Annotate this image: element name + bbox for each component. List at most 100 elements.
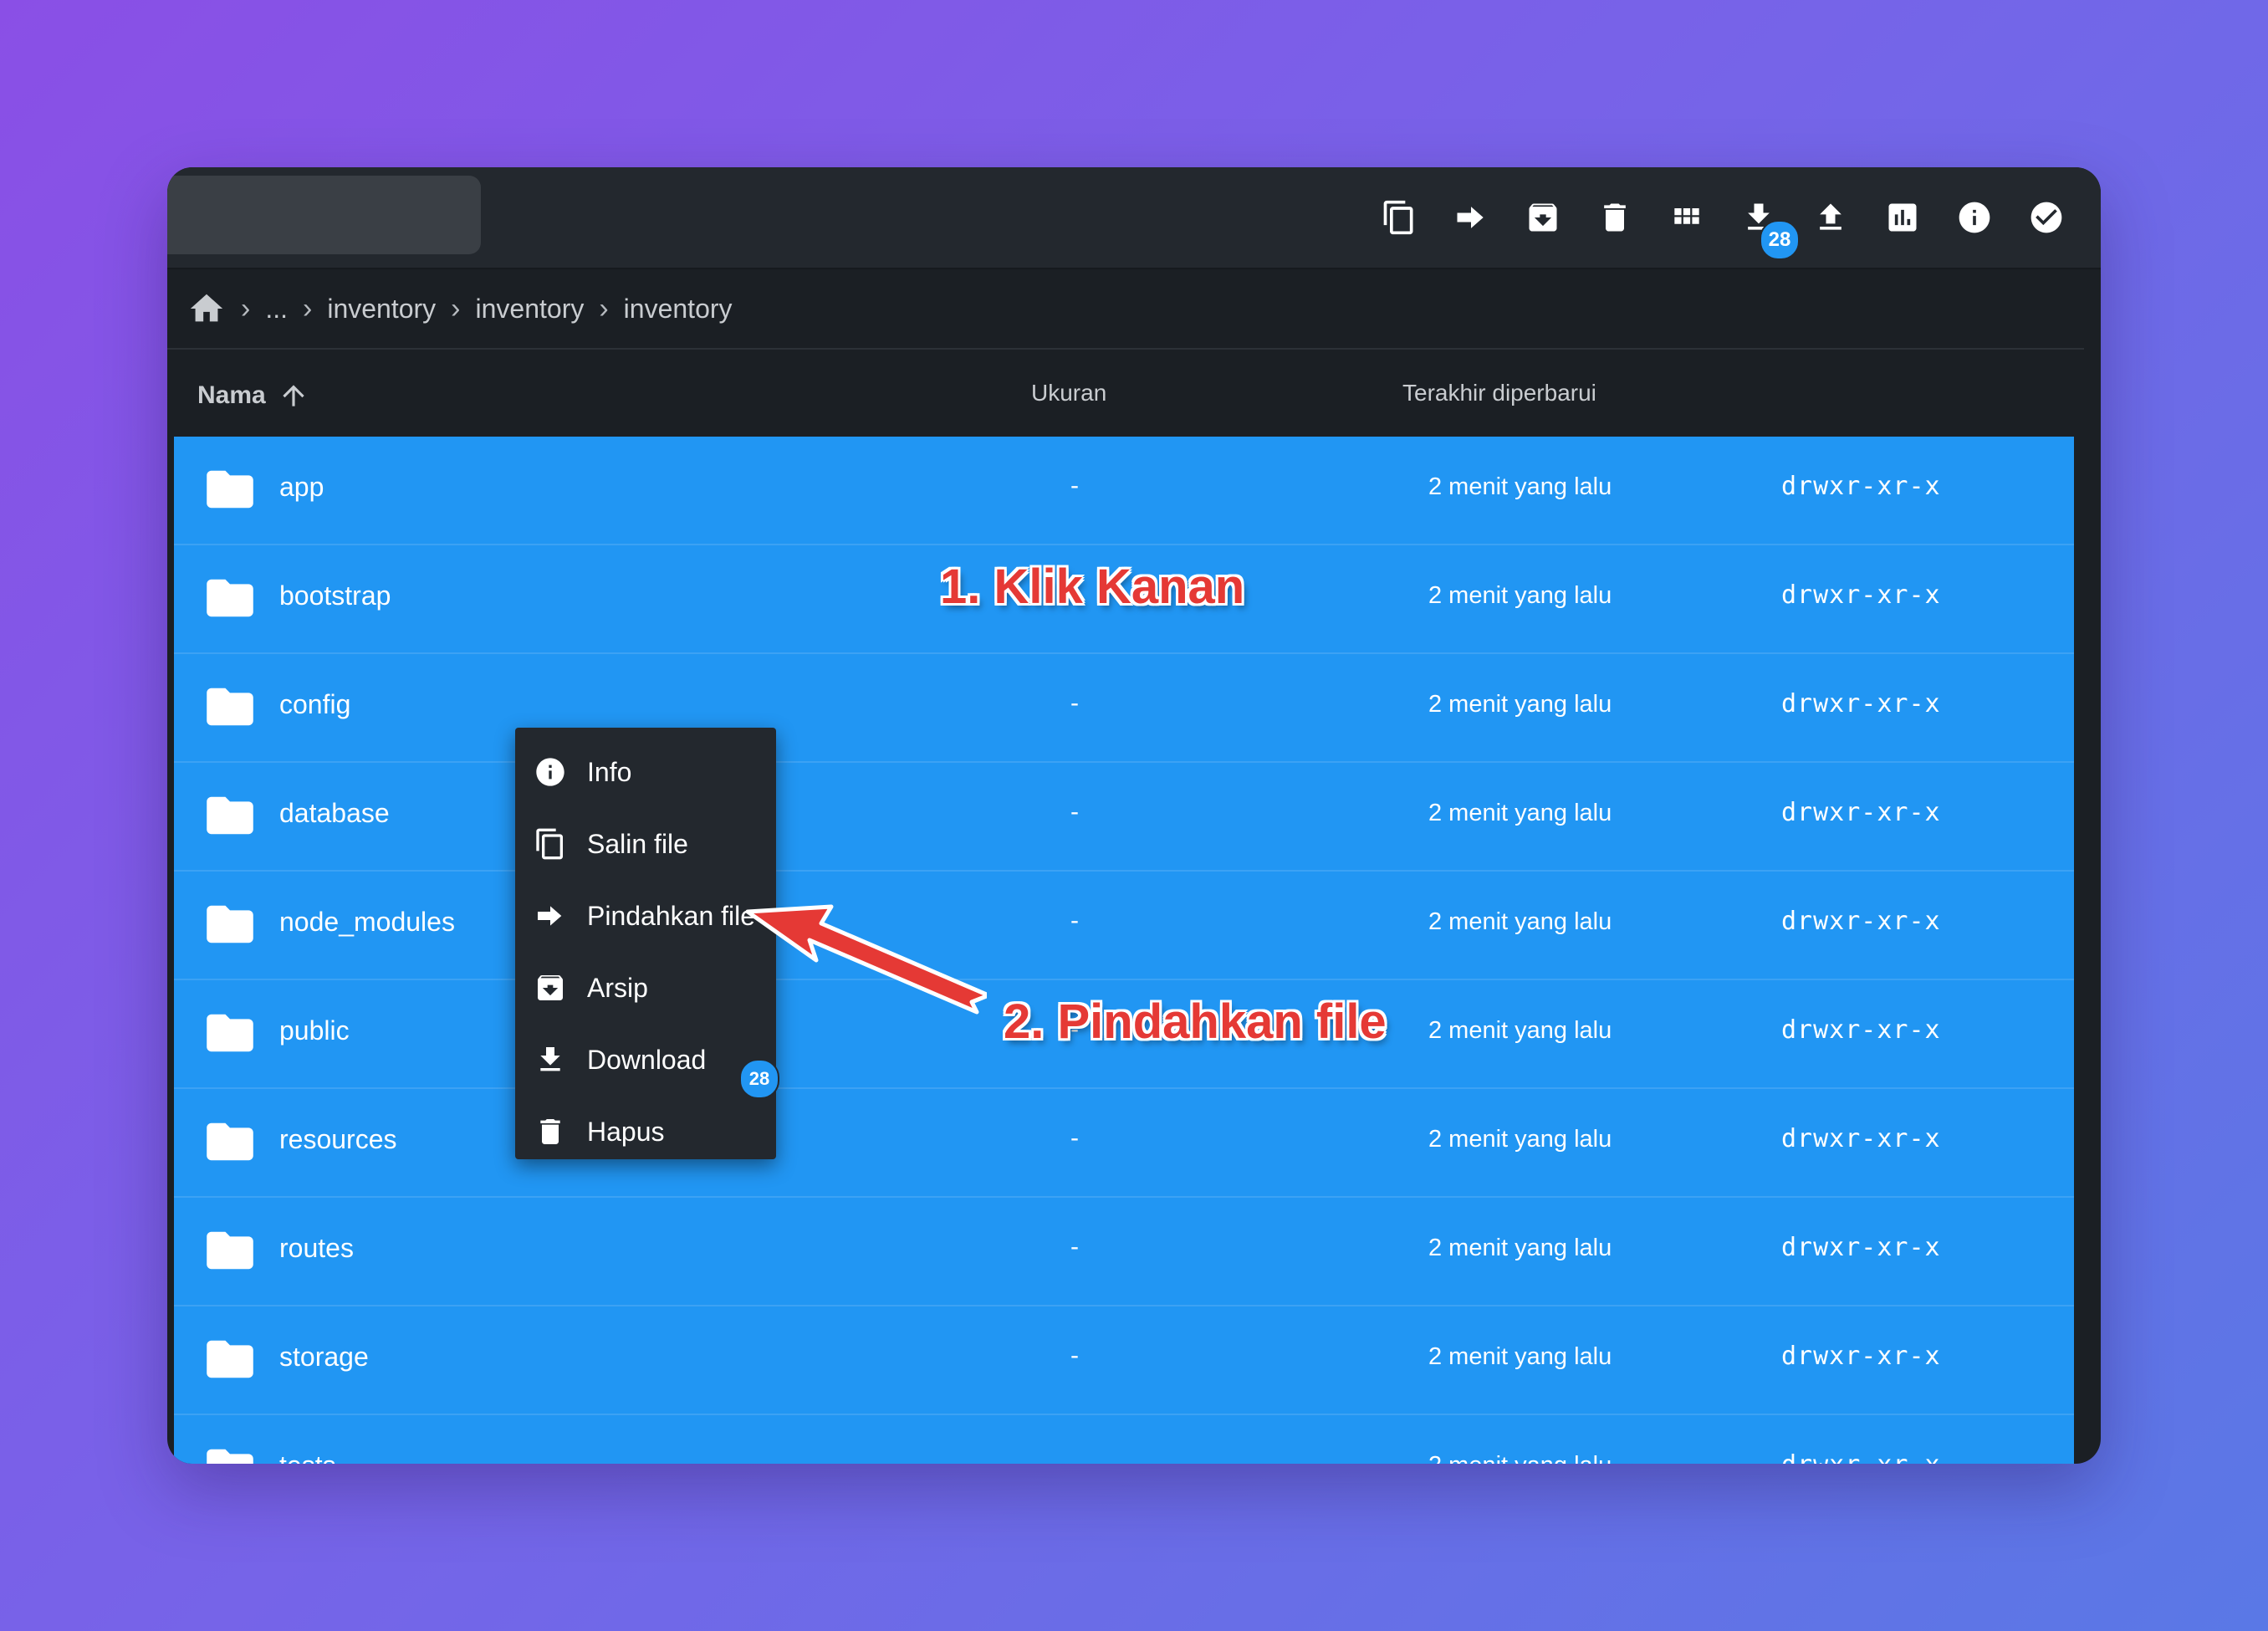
file-updated: 2 menit yang lalu bbox=[1428, 473, 1612, 500]
home-icon[interactable] bbox=[187, 289, 226, 328]
breadcrumb-item[interactable]: inventory bbox=[327, 294, 436, 325]
archive-button[interactable] bbox=[1507, 182, 1579, 253]
context-menu-copy[interactable]: Salin file bbox=[515, 808, 776, 880]
file-permissions: drwxr-xr-x bbox=[1781, 1233, 1941, 1262]
archive-icon bbox=[1529, 203, 1557, 232]
context-menu-label: Salin file bbox=[587, 828, 688, 859]
folder-icon bbox=[207, 905, 253, 943]
chevron-right-icon: › bbox=[303, 292, 313, 325]
grid-view-icon bbox=[1674, 208, 1699, 224]
file-name: bootstrap bbox=[279, 580, 391, 611]
file-size: - bbox=[1070, 689, 1079, 717]
annotation-step-1: 1. Klik Kanan bbox=[940, 560, 1245, 614]
file-size: - bbox=[1070, 1233, 1079, 1260]
file-permissions: drwxr-xr-x bbox=[1781, 798, 1941, 827]
move-button[interactable] bbox=[1435, 182, 1507, 253]
file-name: routes bbox=[279, 1233, 354, 1263]
file-row[interactable]: tests - 2 menit yang lalu drwxr-xr-x bbox=[174, 1415, 2074, 1464]
file-updated: 2 menit yang lalu bbox=[1428, 1452, 1612, 1464]
folder-icon bbox=[207, 1449, 253, 1464]
column-name-label: Nama bbox=[197, 381, 266, 409]
download-count-badge: 28 bbox=[739, 1059, 779, 1099]
file-row[interactable]: database - 2 menit yang lalu drwxr-xr-x bbox=[174, 763, 2074, 872]
breadcrumb-item[interactable]: inventory bbox=[624, 294, 733, 325]
file-updated: 2 menit yang lalu bbox=[1428, 1235, 1612, 1261]
sort-by-size-header[interactable]: Ukuran bbox=[1031, 380, 1106, 406]
file-row[interactable]: resources - 2 menit yang lalu drwxr-xr-x bbox=[174, 1089, 2074, 1198]
chevron-right-icon: › bbox=[451, 292, 461, 325]
folder-icon bbox=[207, 1122, 253, 1161]
download-button[interactable]: 28 bbox=[1723, 182, 1800, 260]
file-name: public bbox=[279, 1015, 350, 1046]
file-row[interactable]: routes - 2 menit yang lalu drwxr-xr-x bbox=[174, 1198, 2074, 1306]
arrow-up-icon bbox=[283, 385, 304, 406]
disk-usage-button[interactable] bbox=[1867, 182, 1939, 253]
file-name: database bbox=[279, 798, 390, 828]
chevron-right-icon: › bbox=[599, 292, 609, 325]
column-header: Nama Ukuran Terakhir diperbarui bbox=[167, 350, 2101, 437]
info-icon bbox=[536, 758, 564, 786]
file-name: storage bbox=[279, 1342, 369, 1372]
context-menu-info[interactable]: Info bbox=[515, 736, 776, 808]
folder-icon bbox=[207, 796, 253, 835]
context-menu-delete[interactable]: Hapus bbox=[515, 1096, 776, 1168]
archive-icon bbox=[538, 975, 563, 1000]
annotation-step-2: 2. Pindahkan file bbox=[1004, 994, 1387, 1049]
file-permissions: drwxr-xr-x bbox=[1781, 1450, 1941, 1464]
trash-icon bbox=[540, 1119, 560, 1144]
context-menu-label: Hapus bbox=[587, 1116, 665, 1147]
top-bar: 28 bbox=[167, 167, 2101, 269]
file-size: - bbox=[1070, 1124, 1079, 1152]
file-permissions: drwxr-xr-x bbox=[1781, 472, 1941, 501]
folder-icon bbox=[207, 1340, 253, 1378]
select-button[interactable] bbox=[2010, 182, 2082, 253]
file-manager-window: 28 › ... › inventory › inventory › inven… bbox=[167, 167, 2101, 1464]
file-permissions: drwxr-xr-x bbox=[1781, 907, 1941, 936]
download-count-badge: 28 bbox=[1760, 220, 1800, 260]
grid-view-button[interactable] bbox=[1651, 182, 1723, 253]
toolbar: 28 bbox=[1363, 167, 2082, 268]
chevron-right-icon: › bbox=[241, 292, 251, 325]
file-size: - bbox=[1070, 472, 1079, 499]
file-updated: 2 menit yang lalu bbox=[1428, 800, 1612, 826]
sort-by-updated-header[interactable]: Terakhir diperbarui bbox=[1402, 380, 1596, 406]
sort-by-name-header[interactable]: Nama bbox=[197, 380, 309, 412]
file-name: tests bbox=[279, 1450, 336, 1464]
context-menu-label: Pindahkan file bbox=[587, 900, 756, 931]
search-box[interactable] bbox=[167, 176, 481, 254]
delete-button[interactable] bbox=[1579, 182, 1651, 253]
context-menu-label: Info bbox=[587, 756, 632, 787]
move-arrow-icon bbox=[1457, 207, 1484, 228]
file-row[interactable]: app - 2 menit yang lalu drwxr-xr-x bbox=[174, 437, 2074, 545]
context-menu-label: Arsip bbox=[587, 972, 648, 1003]
copy-icon bbox=[536, 828, 563, 860]
file-permissions: drwxr-xr-x bbox=[1781, 689, 1941, 718]
file-updated: 2 menit yang lalu bbox=[1428, 691, 1612, 718]
context-menu-label: Download bbox=[587, 1044, 707, 1075]
file-updated: 2 menit yang lalu bbox=[1428, 908, 1612, 935]
file-size: - bbox=[1070, 1342, 1079, 1369]
breadcrumb-item[interactable]: ... bbox=[265, 294, 288, 325]
breadcrumb-item[interactable]: inventory bbox=[476, 294, 585, 325]
file-name: app bbox=[279, 472, 324, 502]
copy-button[interactable] bbox=[1363, 182, 1435, 253]
file-size: - bbox=[1070, 1450, 1079, 1464]
file-updated: 2 menit yang lalu bbox=[1428, 1343, 1612, 1370]
file-permissions: drwxr-xr-x bbox=[1781, 1342, 1941, 1371]
chart-icon bbox=[1888, 203, 1917, 232]
trash-icon bbox=[1604, 203, 1626, 232]
download-icon bbox=[540, 1047, 560, 1071]
folder-icon bbox=[207, 688, 253, 726]
file-name: node_modules bbox=[279, 907, 455, 937]
file-row[interactable]: config - 2 menit yang lalu drwxr-xr-x bbox=[174, 654, 2074, 763]
copy-icon bbox=[1383, 200, 1413, 235]
file-row[interactable]: node_modules - 2 menit yang lalu drwxr-xr-x bbox=[174, 872, 2074, 980]
info-button[interactable] bbox=[1939, 182, 2010, 253]
file-updated: 2 menit yang lalu bbox=[1428, 1126, 1612, 1153]
check-circle-icon bbox=[2030, 202, 2062, 233]
file-permissions: drwxr-xr-x bbox=[1781, 1015, 1941, 1045]
file-name: config bbox=[279, 689, 351, 719]
upload-button[interactable] bbox=[1795, 182, 1867, 253]
info-icon bbox=[1959, 202, 1990, 233]
file-row[interactable]: storage - 2 menit yang lalu drwxr-xr-x bbox=[174, 1306, 2074, 1415]
